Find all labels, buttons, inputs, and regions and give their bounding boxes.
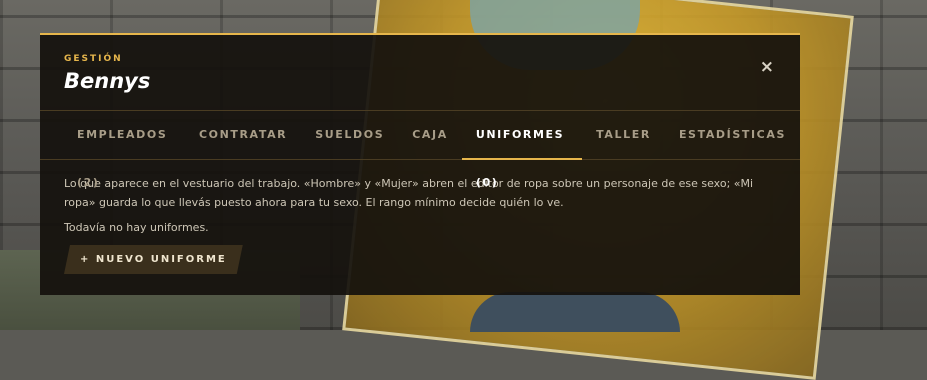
tab-bar: EMPLEADOS (2) CONTRATAR SUELDOS CAJA UNI… — [40, 111, 800, 189]
tab-contratar[interactable]: CONTRATAR — [185, 111, 301, 159]
panel-title: Bennys — [64, 69, 151, 93]
tab-caja[interactable]: CAJA — [398, 111, 462, 159]
tab-taller[interactable]: TALLER — [582, 111, 665, 159]
uniforms-description: Lo que aparece en el vestuario del traba… — [64, 177, 754, 209]
panel-body: Lo que aparece en el vestuario del traba… — [40, 160, 800, 274]
tab-sueldos[interactable]: SUELDOS — [301, 111, 398, 159]
empty-state-text: Todavía no hay uniformes. — [64, 221, 209, 234]
panel-kicker: GESTIÓN — [64, 54, 123, 64]
panel-header: GESTIÓN Bennys × — [40, 35, 800, 111]
close-icon[interactable]: × — [760, 57, 774, 77]
tab-empleados[interactable]: EMPLEADOS (2) — [64, 111, 185, 189]
tab-estadisticas[interactable]: ESTADÍSTICAS — [665, 111, 800, 159]
tab-uniformes[interactable]: UNIFORMES (0) — [461, 111, 583, 189]
management-panel: GESTIÓN Bennys × EMPLEADOS (2) CONTRATAR… — [40, 33, 800, 295]
new-uniform-button[interactable]: + NUEVO UNIFORME — [64, 245, 243, 274]
background-figure-bottom — [470, 292, 680, 332]
